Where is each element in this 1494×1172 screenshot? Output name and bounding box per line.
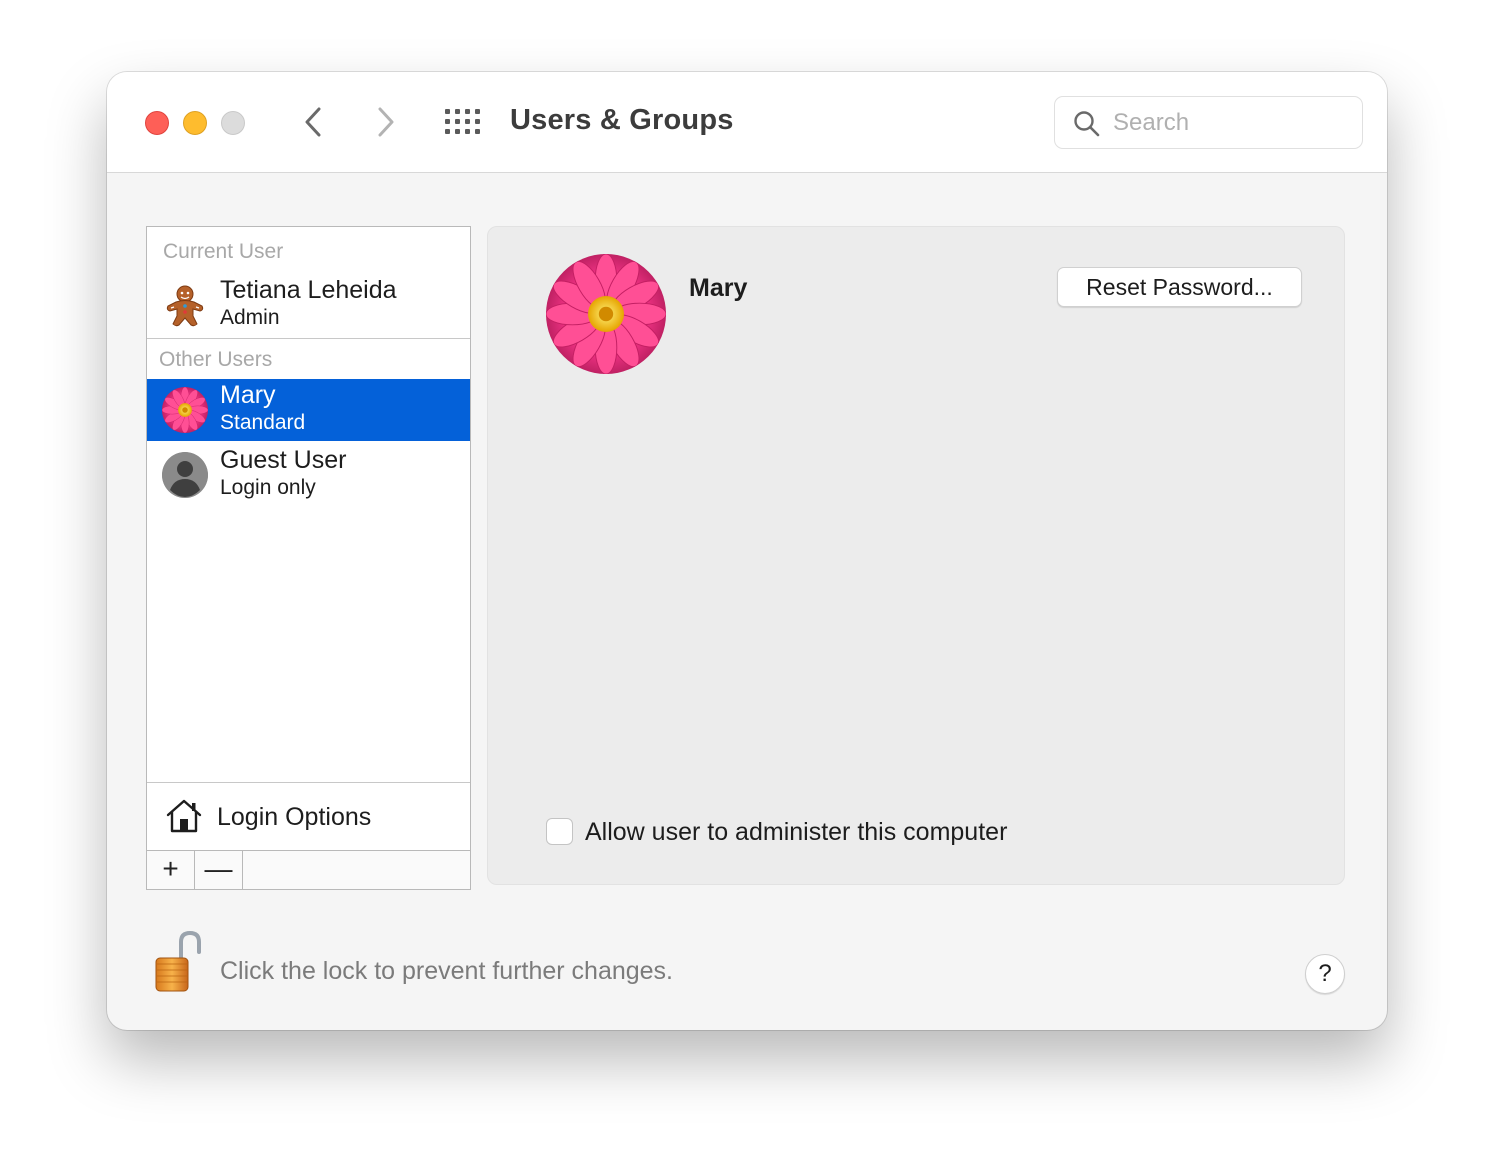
login-options-label: Login Options	[217, 803, 372, 831]
search-field[interactable]	[1054, 96, 1363, 149]
user-name: Guest User	[220, 446, 347, 474]
user-row-tetiana[interactable]: Tetiana Leheida Admin	[147, 273, 470, 337]
selected-user-name: Mary	[689, 274, 748, 302]
chevron-right-icon	[378, 107, 394, 137]
lock-button[interactable]	[153, 930, 205, 999]
person-avatar-icon	[162, 452, 208, 498]
unlocked-padlock-icon	[155, 930, 201, 992]
show-all-button[interactable]	[444, 108, 482, 136]
forward-button[interactable]	[365, 102, 405, 142]
help-button[interactable]: ?	[1305, 954, 1345, 994]
house-icon	[166, 799, 202, 833]
users-groups-window: Users & Groups Current User	[107, 72, 1387, 1030]
minimize-window-button[interactable]	[183, 111, 207, 135]
current-user-section-label: Current User	[163, 240, 284, 263]
user-detail-pane: Mary Reset Password... Allow user to adm…	[487, 226, 1345, 885]
section-divider	[147, 338, 470, 339]
window-title: Users & Groups	[510, 104, 734, 136]
lock-status-text: Click the lock to prevent further change…	[220, 957, 674, 985]
grid-icon	[445, 109, 480, 134]
user-row-mary[interactable]: Mary Standard	[147, 379, 470, 441]
users-sidebar: Current User Tetiana Leheida Admin Other…	[146, 226, 471, 890]
back-button[interactable]	[295, 102, 335, 142]
allow-admin-checkbox[interactable]	[546, 818, 573, 845]
chevron-left-icon	[305, 107, 321, 137]
other-users-section-label: Other Users	[159, 348, 273, 371]
user-picture[interactable]	[546, 254, 666, 374]
search-icon	[1074, 111, 1100, 137]
login-options-item[interactable]: Login Options	[147, 783, 470, 849]
allow-admin-label: Allow user to administer this computer	[585, 818, 1008, 846]
user-role: Standard	[220, 411, 306, 434]
pink-flower-avatar-icon	[162, 387, 208, 433]
gingerbread-avatar-icon	[162, 282, 208, 328]
sidebar-bottom-bar: + —	[147, 850, 470, 889]
zoom-window-button[interactable]	[221, 111, 245, 135]
user-role: Admin	[220, 306, 280, 329]
remove-user-button[interactable]: —	[195, 851, 243, 889]
reset-password-button[interactable]: Reset Password...	[1057, 267, 1302, 307]
close-window-button[interactable]	[145, 111, 169, 135]
titlebar: Users & Groups	[107, 72, 1387, 173]
pink-flower-avatar-icon	[546, 254, 666, 374]
user-role: Login only	[220, 476, 316, 499]
user-name: Mary	[220, 381, 276, 409]
search-input[interactable]	[1113, 105, 1343, 141]
user-row-guest[interactable]: Guest User Login only	[147, 442, 470, 508]
add-user-button[interactable]: +	[147, 851, 195, 889]
user-name: Tetiana Leheida	[220, 276, 397, 304]
